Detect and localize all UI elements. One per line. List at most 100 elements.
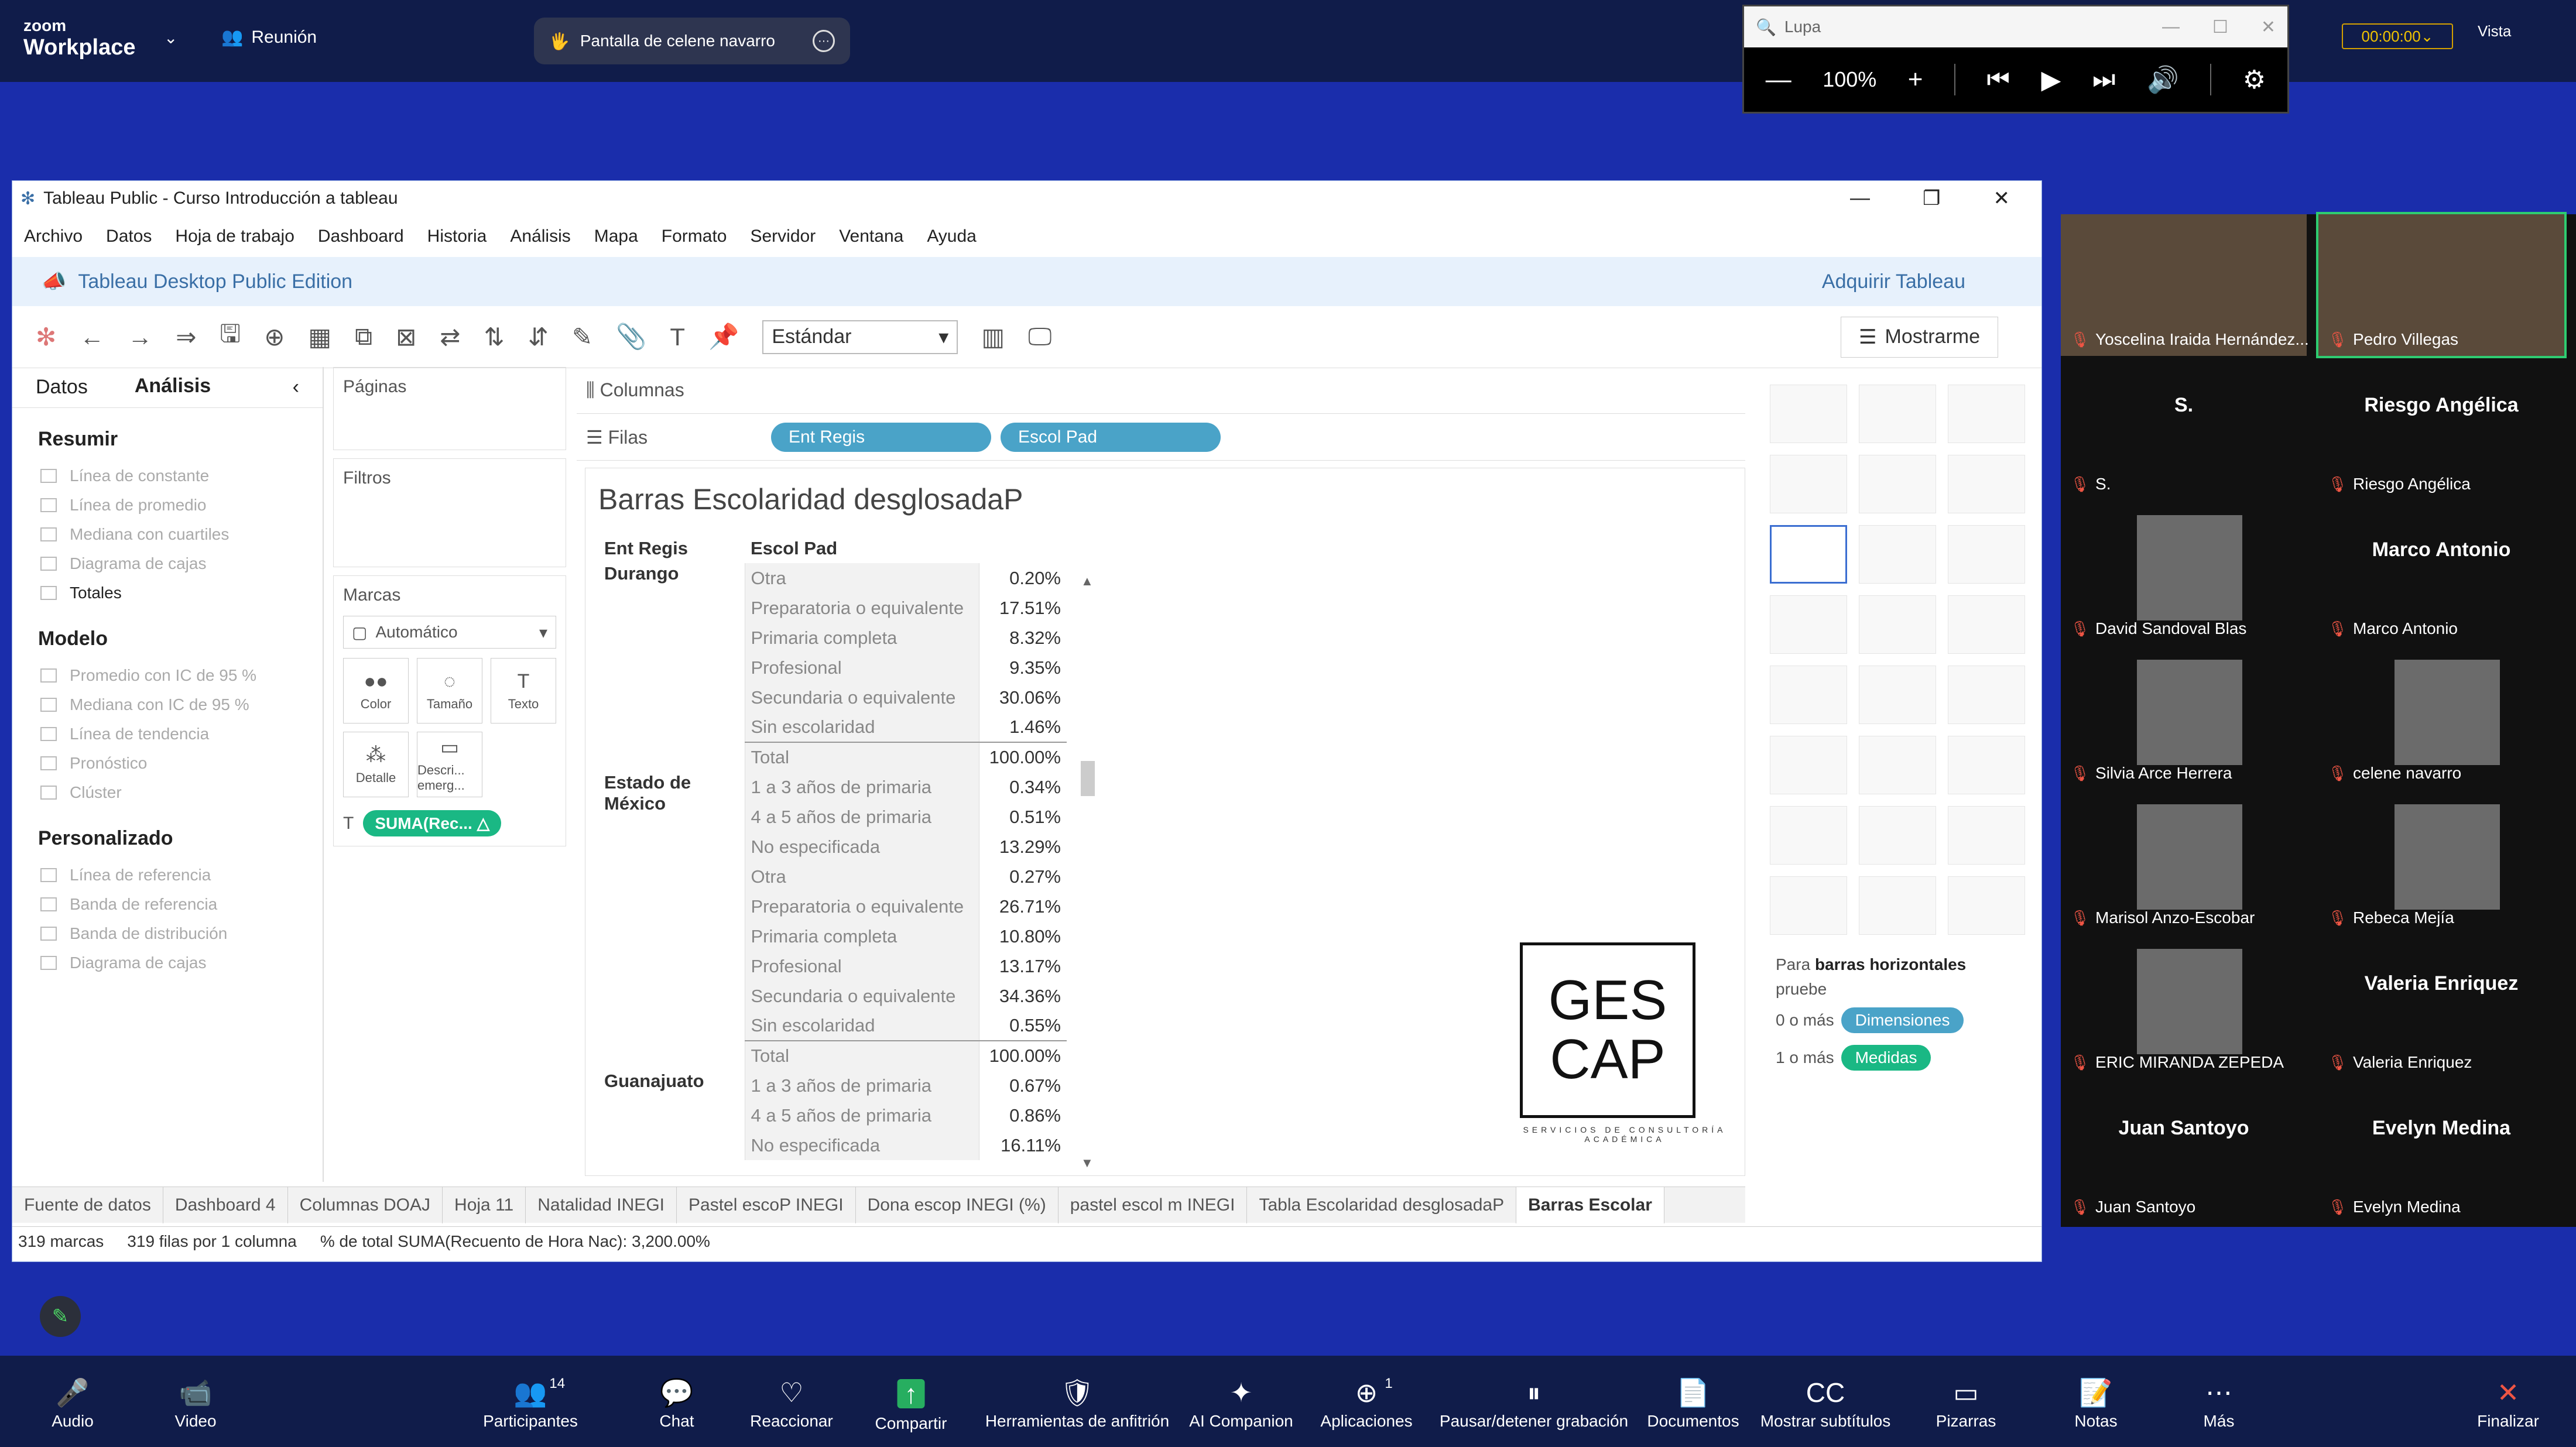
- chart-type-thumb[interactable]: [1859, 876, 1936, 935]
- value-cell[interactable]: 100.00%: [978, 742, 1067, 772]
- presentation-icon[interactable]: 🖵: [1028, 323, 1052, 351]
- category-cell[interactable]: Preparatoria o equivalente: [744, 593, 979, 623]
- participant-tile[interactable]: Valeria Enriquez 🎙 Valeria Enriquez: [2318, 937, 2564, 1079]
- toolbar-button-chat[interactable]: 💬 Chat: [659, 1379, 694, 1431]
- share-indicator[interactable]: 🖐 Pantalla de celene navarro ···: [534, 18, 850, 64]
- tableau-logo-icon[interactable]: ✻: [36, 323, 56, 351]
- chart-type-thumb[interactable]: [1859, 666, 1936, 724]
- chart-type-thumb[interactable]: [1948, 525, 2025, 584]
- cards-icon[interactable]: ▥: [981, 323, 1005, 351]
- pages-card[interactable]: Páginas: [333, 367, 566, 450]
- toolbar-button-ai-companion[interactable]: ✦ AI Companion: [1189, 1379, 1293, 1431]
- toolbar-button-finalizar[interactable]: ✕ Finalizar: [2477, 1379, 2539, 1431]
- value-cell[interactable]: 0.51%: [978, 802, 1067, 832]
- category-cell[interactable]: Primaria completa: [744, 623, 979, 653]
- chevron-down-icon[interactable]: ⌄: [164, 28, 177, 47]
- sort-asc-icon[interactable]: ⇅: [484, 323, 505, 351]
- chart-type-thumb[interactable]: [1859, 385, 1936, 443]
- participant-tile[interactable]: 🎙 David Sandoval Blas: [2061, 503, 2307, 645]
- chart-type-thumb[interactable]: [1770, 736, 1847, 794]
- menu-1[interactable]: Datos: [106, 227, 152, 246]
- chart-type-thumb[interactable]: [1770, 595, 1847, 654]
- value-cell[interactable]: 1.46%: [978, 712, 1067, 742]
- value-cell[interactable]: 0.34%: [978, 772, 1067, 802]
- category-cell[interactable]: 1 a 3 años de primaria: [744, 1071, 979, 1100]
- region-cell[interactable]: Estado de México: [598, 772, 745, 1071]
- participant-tile[interactable]: 🎙 Pedro Villegas: [2316, 212, 2567, 358]
- fit-select[interactable]: Estándar ▾: [762, 320, 958, 354]
- maximize-icon[interactable]: ☐: [2212, 17, 2228, 37]
- sheet-tab[interactable]: Hoja 11: [443, 1187, 526, 1223]
- value-cell[interactable]: 16.11%: [978, 1130, 1067, 1160]
- analytics-item[interactable]: Mediana con cuartiles: [12, 520, 323, 549]
- menu-5[interactable]: Análisis: [510, 227, 570, 246]
- analytics-item[interactable]: Totales: [12, 578, 323, 608]
- chart-type-thumb[interactable]: [1948, 876, 2025, 935]
- chart-type-thumb[interactable]: [1948, 385, 2025, 443]
- menu-10[interactable]: Ayuda: [927, 227, 977, 246]
- marks-button[interactable]: ●● Color: [343, 658, 409, 724]
- marks-button[interactable]: T Texto: [491, 658, 556, 724]
- header-ent-regis[interactable]: Ent Regis: [598, 534, 745, 563]
- next-icon[interactable]: ⏭: [2092, 65, 2116, 94]
- rows-pill-ent-regis[interactable]: Ent Regis: [771, 422, 991, 452]
- clear-icon[interactable]: ⊠: [396, 323, 416, 351]
- back-icon[interactable]: ←: [80, 323, 104, 351]
- category-cell[interactable]: Total: [744, 1040, 979, 1071]
- analytics-item[interactable]: Diagrama de cajas: [12, 948, 323, 978]
- participant-tile[interactable]: Evelyn Medina 🎙 Evelyn Medina: [2318, 1082, 2564, 1223]
- participant-tile[interactable]: 🎙 Rebeca Mejía: [2318, 793, 2564, 934]
- value-cell[interactable]: 0.27%: [978, 862, 1067, 891]
- chart-type-thumb[interactable]: [1948, 595, 2025, 654]
- participant-tile[interactable]: 🎙 celene navarro: [2318, 648, 2564, 790]
- chart-type-thumb[interactable]: [1770, 666, 1847, 724]
- duplicate-icon[interactable]: ⧉: [355, 323, 372, 351]
- save-icon[interactable]: 🖫: [220, 316, 241, 358]
- sheet-tab[interactable]: pastel escol m INEGI: [1059, 1187, 1248, 1223]
- chart-type-thumb[interactable]: [1948, 666, 2025, 724]
- category-cell[interactable]: Sin escolaridad: [744, 712, 979, 742]
- sheet-tab[interactable]: Columnas DOAJ: [288, 1187, 443, 1223]
- label-icon[interactable]: T: [670, 323, 685, 351]
- menu-2[interactable]: Hoja de trabajo: [175, 227, 294, 246]
- header-escol-pad[interactable]: Escol Pad: [745, 534, 979, 563]
- close-icon[interactable]: ✕: [1993, 187, 2010, 210]
- analytics-item[interactable]: Mediana con IC de 95 %: [12, 690, 323, 719]
- redo-icon[interactable]: ⇒: [176, 323, 196, 351]
- value-cell[interactable]: 0.20%: [978, 563, 1067, 593]
- settings-gear-icon[interactable]: ⚙: [2243, 65, 2266, 95]
- value-cell[interactable]: 0.67%: [978, 1071, 1067, 1100]
- toolbar-button-reaccionar[interactable]: ♡ Reaccionar: [750, 1379, 833, 1431]
- collapse-icon[interactable]: ‹: [269, 376, 323, 399]
- rows-pill-escol-pad[interactable]: Escol Pad: [1001, 422, 1221, 452]
- toolbar-button-compartir[interactable]: ↑ Compartir: [875, 1379, 947, 1433]
- category-cell[interactable]: Total: [744, 742, 979, 772]
- more-icon[interactable]: ···: [813, 30, 835, 52]
- sort-desc-icon[interactable]: ⇵: [528, 323, 549, 351]
- sheet-tab[interactable]: Dona escop INEGI (%): [856, 1187, 1059, 1223]
- participant-tile[interactable]: 🎙 Marisol Anzo-Escobar: [2061, 793, 2307, 934]
- close-icon[interactable]: ✕: [2261, 17, 2276, 37]
- value-cell[interactable]: 8.32%: [978, 623, 1067, 653]
- analytics-item[interactable]: Banda de distribución: [12, 919, 323, 948]
- filters-card[interactable]: Filtros: [333, 458, 566, 567]
- participant-tile[interactable]: 🎙 ERIC MIRANDA ZEPEDA: [2061, 937, 2307, 1079]
- category-cell[interactable]: Sin escolaridad: [744, 1011, 979, 1041]
- toolbar-button-m-s[interactable]: ⋯ Más: [2204, 1379, 2235, 1431]
- marks-button[interactable]: ◌ Tamaño: [417, 658, 482, 724]
- highlight-icon[interactable]: ✎: [572, 323, 592, 351]
- analytics-item[interactable]: Pronóstico: [12, 749, 323, 778]
- marks-button[interactable]: ▭ Descri... emerg...: [417, 732, 482, 797]
- meeting-button[interactable]: 👥 Reunión: [221, 27, 317, 47]
- category-cell[interactable]: No especificada: [744, 1130, 979, 1160]
- category-cell[interactable]: Otra: [744, 563, 979, 593]
- menu-0[interactable]: Archivo: [24, 227, 83, 246]
- value-cell[interactable]: 0.55%: [978, 1011, 1067, 1041]
- view-scrollbar[interactable]: ▲ ▼: [1081, 574, 1096, 1171]
- chart-type-thumb[interactable]: [1948, 455, 2025, 513]
- attach-icon[interactable]: 📎: [616, 323, 646, 351]
- menu-7[interactable]: Formato: [662, 227, 727, 246]
- value-cell[interactable]: 10.80%: [978, 921, 1067, 951]
- chart-type-thumb[interactable]: [1859, 806, 1936, 865]
- analytics-item[interactable]: Banda de referencia: [12, 890, 323, 919]
